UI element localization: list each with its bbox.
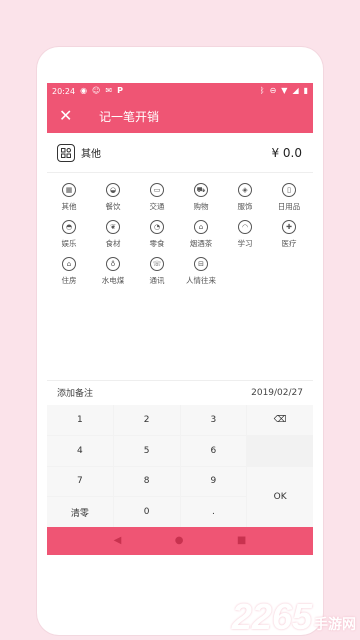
category-item[interactable]: ▭ 交通 (135, 183, 179, 212)
add-note-button[interactable]: 添加备注 (57, 386, 93, 399)
close-icon[interactable]: ✕ (59, 108, 77, 124)
category-item[interactable]: ▯ 日用品 (267, 183, 311, 212)
category-label: 交通 (149, 202, 165, 211)
backspace-icon[interactable]: ⌫ (247, 405, 313, 435)
category-label: 食材 (105, 239, 121, 248)
category-icon: ⌂ (194, 220, 208, 234)
category-icon: ⌂ (62, 257, 76, 271)
clear-button[interactable]: 清零 (47, 497, 113, 527)
category-icon: ♁ (106, 257, 120, 271)
category-icon: ▭ (150, 183, 164, 197)
category-icon: ⊟ (194, 257, 208, 271)
category-label: 其他 (61, 202, 77, 211)
category-label: 娱乐 (61, 239, 77, 248)
recents-icon[interactable]: ■ (237, 536, 246, 546)
category-item[interactable]: ◒ 餐饮 (91, 183, 135, 212)
category-icon: ◈ (238, 183, 252, 197)
category-label: 烟酒茶 (189, 239, 213, 248)
back-icon[interactable]: ◀ (114, 536, 122, 546)
key-7[interactable]: 7 (47, 466, 113, 497)
category-item[interactable]: ❦ 食材 (91, 220, 135, 249)
category-label: 住房 (61, 276, 77, 285)
selected-category-label: 其他 (81, 149, 101, 160)
battery-icon: ▮ (303, 86, 308, 95)
category-label: 服饰 (237, 202, 253, 211)
note-row: 添加备注 2019/02/27 (47, 380, 313, 404)
toolbar: ✕ 记一笔开销 (47, 99, 313, 133)
category-item[interactable]: ⛟ 购物 (179, 183, 223, 212)
category-label: 通讯 (149, 276, 165, 285)
dnd-icon: ⊖ (269, 86, 277, 95)
key-dot[interactable]: . (180, 497, 247, 527)
category-item[interactable]: ◈ 服饰 (223, 183, 267, 212)
category-label: 医疗 (281, 239, 297, 248)
key-3[interactable]: 3 (180, 405, 247, 435)
selected-category-row: 其他 ¥ 0.0 (47, 133, 313, 173)
category-item[interactable]: ◔ 零食 (135, 220, 179, 249)
category-icon: ⛟ (194, 183, 208, 197)
category-label: 人情往来 (186, 276, 216, 285)
category-item[interactable]: ☏ 通讯 (135, 257, 179, 286)
category-icon: ◠ (238, 220, 252, 234)
category-icon: ☏ (150, 257, 164, 271)
watermark-logo: 2265 手游网 (232, 596, 356, 638)
key-5[interactable]: 5 (113, 435, 180, 466)
category-icon: ✚ (282, 220, 296, 234)
category-icon: ▯ (282, 183, 296, 197)
bluetooth-icon: ᛒ (259, 86, 265, 95)
key-1[interactable]: 1 (47, 405, 113, 435)
amount-display: ¥ 0.0 (271, 145, 302, 160)
category-label: 购物 (193, 202, 209, 211)
key-6[interactable]: 6 (180, 435, 247, 466)
home-icon[interactable]: ● (175, 536, 184, 546)
category-label: 零食 (149, 239, 165, 248)
category-item[interactable]: ▦ 其他 (47, 183, 91, 212)
key-9[interactable]: 9 (180, 466, 247, 497)
category-icon: ◒ (106, 183, 120, 197)
category-item[interactable]: ⊟ 人情往来 (179, 257, 223, 286)
category-icon: ▦ (62, 183, 76, 197)
key-2[interactable]: 2 (113, 405, 180, 435)
category-item[interactable]: ⌂ 住房 (47, 257, 91, 286)
mail-icon: ✉ (105, 86, 113, 95)
category-grid: ▦ 其他 ◒ 餐饮 ▭ 交通 ⛟ 购物 ◈ 服饰 ▯ 日用品 ◓ 娱乐 ❦ 食材 ◔ 零食 ⌂ 烟酒茶 ◠ 学习 ✚ 医疗 ⌂ 住… (47, 173, 313, 286)
ok-button[interactable]: OK (247, 466, 313, 527)
category-label: 日用品 (277, 202, 301, 211)
key-4[interactable]: 4 (47, 435, 113, 466)
navigation-bar: ◀ ● ■ (47, 527, 313, 555)
date-selector[interactable]: 2019/02/27 (251, 388, 303, 398)
category-item[interactable]: ◓ 娱乐 (47, 220, 91, 249)
parking-icon: P (117, 86, 123, 95)
category-item[interactable]: ◠ 学习 (223, 220, 267, 249)
status-time: 20:24 (52, 86, 76, 96)
status-bar: 20:24 ◉ ☺ ✉ P ᛒ ⊖ ▼ ◢ ▮ (47, 83, 313, 99)
category-item[interactable]: ♁ 水电煤 (91, 257, 135, 286)
watermark-text: 手游网 (314, 617, 356, 633)
page-title: 记一笔开销 (99, 109, 160, 124)
category-item[interactable]: ⌂ 烟酒茶 (179, 220, 223, 249)
app-screen: 20:24 ◉ ☺ ✉ P ᛒ ⊖ ▼ ◢ ▮ ✕ 记一笔开销 其他 ¥ 0.0… (47, 83, 313, 555)
wifi-icon: ▼ (281, 86, 288, 95)
number-keypad: 1 2 3 ⌫ 4 5 6 7 8 9 OK 清零 0 . (47, 405, 313, 527)
category-item[interactable]: ✚ 医疗 (267, 220, 311, 249)
category-icon: ◓ (62, 220, 76, 234)
category-label: 学习 (237, 239, 253, 248)
category-icon: ❦ (106, 220, 120, 234)
key-0[interactable]: 0 (113, 497, 180, 527)
eye-icon: ◉ (80, 86, 88, 95)
category-label: 餐饮 (105, 202, 121, 211)
grid-icon (57, 143, 75, 162)
category-icon: ◔ (150, 220, 164, 234)
grid-icon-svg (61, 147, 71, 158)
watermark-number: 2265 (231, 596, 312, 637)
signal-icon: ◢ (292, 86, 299, 95)
cat-icon: ☺ (92, 86, 101, 95)
key-8[interactable]: 8 (113, 466, 180, 497)
category-label: 水电煤 (101, 276, 125, 285)
